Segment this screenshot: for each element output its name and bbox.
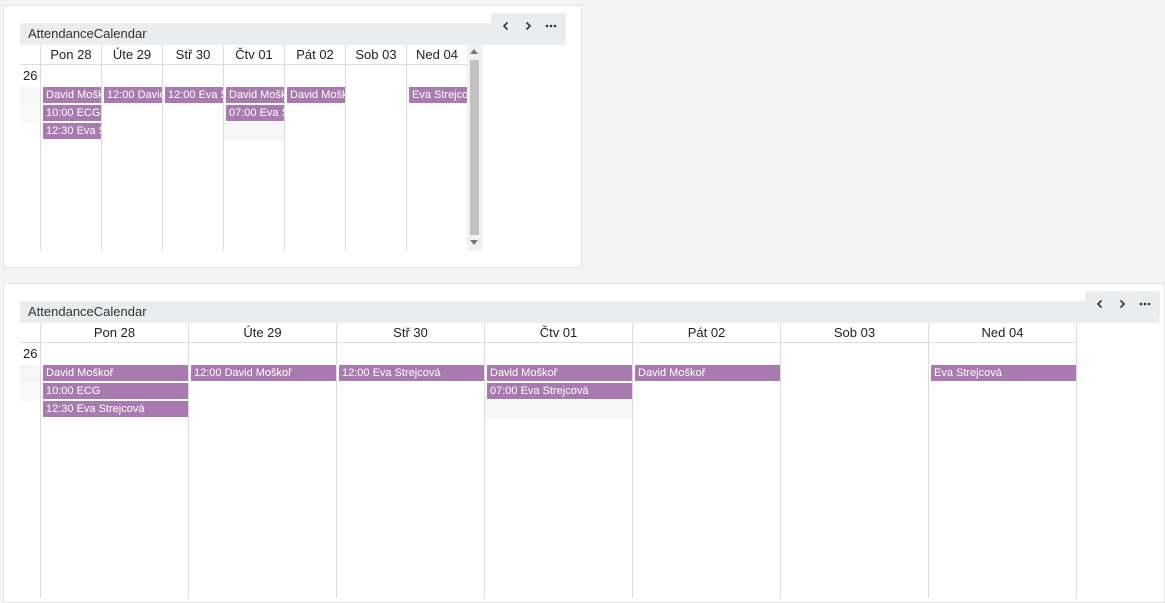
chevron-right-icon [1120, 299, 1126, 309]
panel-title-bar: AttendanceCalendar [20, 23, 566, 45]
day-header[interactable]: Ned 04 [929, 323, 1077, 343]
day-column[interactable] [41, 343, 189, 598]
day-column[interactable] [633, 343, 781, 598]
scroll-down-arrow-icon[interactable] [467, 238, 481, 248]
day-header[interactable]: Pát 02 [285, 45, 346, 65]
calendar-event[interactable]: David Moškoř [43, 87, 101, 103]
calendar-event[interactable]: 12:00 Eva Strejcová [339, 365, 484, 381]
day-column[interactable] [485, 343, 633, 598]
panel-toolbar [1085, 291, 1160, 317]
calendar-grid: 26 Pon 28 Úte 29 Stř 30 Čtv 01 Pát 02 Sob 03 Ne… [20, 323, 1077, 598]
week-number: 26 [23, 68, 38, 83]
more-horizontal-icon [545, 24, 557, 28]
day-header[interactable]: Pon 28 [41, 323, 189, 343]
calendar-event[interactable]: David Moškoř [487, 365, 632, 381]
calendar-event[interactable]: 07:00 Eva Strejcová [487, 383, 632, 399]
calendar-event[interactable]: 12:30 Eva Strejcová [43, 401, 188, 417]
calendar-event[interactable]: Eva Strejcová [931, 365, 1076, 381]
header-gutter [20, 323, 41, 343]
calendar-event[interactable]: 12:00 David Moškoř [191, 365, 336, 381]
gutter-row-shade [20, 87, 40, 105]
day-header[interactable]: Úte 29 [189, 323, 337, 343]
scrollbar-thumb[interactable] [470, 60, 479, 235]
panel-title: AttendanceCalendar [28, 26, 147, 41]
attendance-calendar-panel-small: AttendanceCalendar 26 Pon 28 Úte 29 Stř 30 Č… [3, 5, 582, 268]
day-header[interactable]: Sob 03 [346, 45, 407, 65]
chevron-left-icon [503, 21, 509, 31]
header-gutter [20, 45, 41, 65]
vertical-scrollbar[interactable] [467, 45, 482, 251]
calendar-event[interactable]: 10:00 ECG [43, 105, 101, 121]
gutter-row-shade [20, 105, 40, 123]
day-header[interactable]: Pon 28 [41, 45, 102, 65]
day-column[interactable] [337, 343, 485, 598]
calendar-event[interactable]: 12:00 Eva Strejcová [165, 87, 223, 103]
empty-slot-shade [485, 400, 632, 418]
calendar-grid: 26 Pon 28 Úte 29 Stř 30 Čtv 01 Pát 02 Sob 03 Ne… [20, 45, 468, 251]
panel-toolbar [491, 13, 566, 39]
gutter-row-shade [20, 365, 40, 383]
calendar-event[interactable]: David Moškoř [226, 87, 284, 103]
next-week-button[interactable] [517, 15, 539, 37]
calendar-event[interactable]: David Moškoř [635, 365, 780, 381]
day-header[interactable]: Stř 30 [163, 45, 224, 65]
calendar-event[interactable]: David Moškoř [43, 365, 188, 381]
calendar-event[interactable]: 07:00 Eva Strejcová [226, 105, 284, 121]
calendar-event[interactable]: 12:00 David Moškoř [104, 87, 162, 103]
day-column[interactable] [781, 343, 929, 598]
more-options-button[interactable] [540, 15, 562, 37]
day-header[interactable]: Stř 30 [337, 323, 485, 343]
empty-slot-shade [224, 122, 284, 140]
prev-week-button[interactable] [1089, 293, 1111, 315]
panel-title: AttendanceCalendar [28, 304, 147, 319]
day-header[interactable]: Sob 03 [781, 323, 929, 343]
panel-title-bar: AttendanceCalendar [20, 301, 1159, 323]
calendar-event[interactable]: Eva Strejcová [409, 87, 467, 103]
next-week-button[interactable] [1111, 293, 1133, 315]
chevron-left-icon [1097, 299, 1103, 309]
day-header[interactable]: Pát 02 [633, 323, 781, 343]
attendance-calendar-panel-wide: AttendanceCalendar 26 Pon 28 Úte 29 Stř 30 Č… [3, 283, 1165, 603]
more-options-button[interactable] [1134, 293, 1156, 315]
chevron-right-icon [526, 21, 532, 31]
calendar-event[interactable]: 10:00 ECG [43, 383, 188, 399]
week-number: 26 [23, 346, 38, 361]
calendar-event[interactable]: David Moškoř [287, 87, 345, 103]
day-column[interactable] [189, 343, 337, 598]
scroll-up-arrow-icon[interactable] [467, 46, 481, 56]
day-header[interactable]: Čtv 01 [224, 45, 285, 65]
gutter-row-shade [20, 383, 40, 401]
day-header[interactable]: Úte 29 [102, 45, 163, 65]
day-header[interactable]: Čtv 01 [485, 323, 633, 343]
day-column[interactable] [346, 65, 407, 251]
day-header[interactable]: Ned 04 [407, 45, 468, 65]
calendar-event[interactable]: 12:30 Eva Strejcová [43, 123, 101, 139]
day-column[interactable] [929, 343, 1077, 598]
prev-week-button[interactable] [495, 15, 517, 37]
more-horizontal-icon [1139, 302, 1151, 306]
